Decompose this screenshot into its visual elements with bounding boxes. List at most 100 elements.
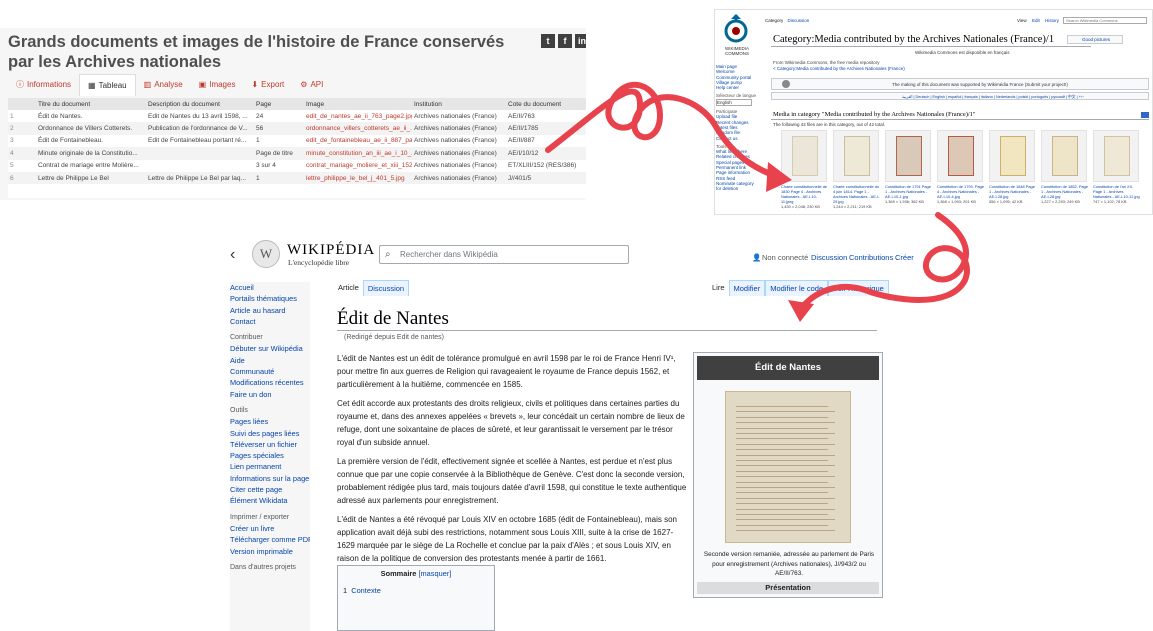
thumbnail-image[interactable]	[1093, 130, 1139, 182]
commons-breadcrumb[interactable]: < Category:Media contributed by the Arch…	[773, 66, 905, 71]
sidebar-item[interactable]: Pages liées	[230, 416, 310, 427]
gallery-item[interactable]: Constitution de 1848 Page 1 - Archives N…	[987, 130, 1037, 212]
wikipedia-wordmark[interactable]: WIKIPÉDIA	[287, 242, 375, 259]
tab-view[interactable]: View	[1017, 18, 1027, 23]
thumbnail-image[interactable]	[833, 130, 879, 182]
thumbnail-image[interactable]	[885, 130, 931, 182]
column-header[interactable]: Image	[304, 98, 412, 110]
table-cell[interactable]: minute_constitution_an_iii_ae_i_10_...	[304, 147, 412, 160]
sidebar-item[interactable]: Informations sur la page	[230, 473, 310, 484]
column-header[interactable]: Institution	[412, 98, 506, 110]
sidebar-item[interactable]: Téléverser un fichier	[230, 439, 310, 450]
wikipedia-search-input[interactable]: ⌕ Rechercher dans Wikipédia	[379, 245, 629, 264]
tab-analyse[interactable]: ▥ Analyse	[136, 74, 191, 96]
table-row[interactable]: 1 Édit de Nantes. Edit de Nantes du 13 avr…	[8, 110, 586, 122]
sidebar-item[interactable]: Faire un don	[230, 389, 310, 400]
tab-category[interactable]: Category	[765, 18, 783, 23]
tab-read[interactable]: Lire	[708, 280, 729, 296]
table-row[interactable]: 5 Contrat de mariage entre Molière... 3 su…	[8, 160, 586, 172]
sidebar-item[interactable]: Portails thématiques	[230, 293, 310, 304]
table-cell[interactable]: lettre_philippe_le_bel_j_401_5.jpg	[304, 171, 412, 185]
tab-images[interactable]: ▣ Images	[191, 74, 244, 96]
wikimedia-commons-logo[interactable]	[721, 14, 751, 44]
sidebar-item[interactable]: Accueil	[230, 282, 310, 293]
sidebar-item[interactable]: Aide	[230, 355, 310, 366]
tab-export[interactable]: ⬇ Export	[243, 74, 292, 96]
gallery-item[interactable]: Constitution de 1793. Page 4 - Archives …	[935, 130, 985, 212]
edict-document-image[interactable]	[725, 391, 851, 543]
thumbnail-image[interactable]	[1041, 130, 1087, 182]
table-row[interactable]: 6 Lettre de Philippe Le Bel Lettre de Phil…	[8, 171, 586, 185]
thumbnail-caption[interactable]: Constitution de 1791 Page 1 - Archives N…	[885, 184, 933, 204]
thumbnail-caption[interactable]: Charte constitutionnelle du 4 juin 1814.…	[833, 184, 881, 209]
twitter-icon[interactable]: t	[541, 34, 555, 48]
tab-tableau[interactable]: ▦ Tableau	[79, 74, 136, 96]
sidebar-item[interactable]: Créer un livre	[230, 523, 310, 534]
commons-search-input[interactable]: Search Wikimedia Commons	[1063, 17, 1147, 24]
gallery-item[interactable]: Constitution de 1852. Page 1 - Archives …	[1039, 130, 1089, 212]
sidebar-item[interactable]: Citer cette page	[230, 484, 310, 495]
good-pictures-badge[interactable]: Good pictures	[1067, 35, 1123, 44]
sidebar-item[interactable]: Version imprimable	[230, 546, 310, 557]
column-header[interactable]	[8, 98, 36, 110]
thumbnail-caption[interactable]: Constitution de 1793. Page 4 - Archives …	[937, 184, 985, 204]
thumbnail-caption[interactable]: Constitution de 1848 Page 1 - Archives N…	[989, 184, 1037, 204]
sidebar-item[interactable]: Lien permanent	[230, 461, 310, 472]
thumbnail-caption[interactable]: Constitution de l'an XII. Page 1 - Archi…	[1093, 184, 1141, 204]
tab-informations[interactable]: ⓘ Informations	[8, 74, 79, 96]
gallery-item[interactable]: Charte constitutionnelle du 4 juin 1814.…	[831, 130, 881, 212]
sidebar-item[interactable]: Pages spéciales	[230, 450, 310, 461]
toc-item[interactable]: 1 Contexte	[343, 586, 494, 595]
thumbnail-image[interactable]	[937, 130, 983, 182]
slideshow-icon[interactable]	[1141, 112, 1149, 118]
table-cell[interactable]: edit_de_nantes_ae_ii_763_page2.jpg	[304, 110, 412, 122]
chevron-left-icon[interactable]: ‹	[230, 246, 235, 264]
sidebar-link[interactable]: Contact us	[716, 136, 760, 141]
language-select[interactable]: English	[716, 98, 752, 107]
column-header[interactable]: Cote du document	[506, 98, 586, 110]
thumbnail-caption[interactable]: Charte constitutionnelle de 1830 Page 4 …	[781, 184, 829, 209]
thumbnail-image[interactable]	[781, 130, 827, 182]
tab-edit[interactable]: Edit	[1032, 18, 1040, 23]
table-cell[interactable]: ordonnance_villers_cotterets_ae_ii_...	[304, 122, 412, 135]
sidebar-item[interactable]: Modifications récentes	[230, 377, 310, 388]
sidebar-link[interactable]: Nominate category for deletion	[716, 181, 760, 192]
tab-edit-source[interactable]: Modifier le code	[765, 280, 829, 296]
sidebar-item[interactable]: Élément Wikidata	[230, 495, 310, 506]
tab-edit[interactable]: Modifier	[728, 280, 766, 296]
tab-article[interactable]: Article	[334, 280, 363, 296]
column-header[interactable]: Page	[254, 98, 304, 110]
tab-discussion[interactable]: Discussion	[362, 280, 410, 296]
sidebar-item[interactable]: Télécharger comme PDF	[230, 534, 310, 545]
column-header[interactable]: Titre du document	[36, 98, 146, 110]
tab-history[interactable]: Voir l'historique	[828, 280, 889, 296]
gallery-item[interactable]: Constitution de 1791 Page 1 - Archives N…	[883, 130, 933, 212]
language-links[interactable]: العربية | Deutsch | English | español | …	[902, 94, 1084, 100]
table-cell[interactable]: contrat_mariage_moliere_et_xiii_152...	[304, 160, 412, 172]
table-row[interactable]: 4 Minute originale de la Constitutio... Pa…	[8, 147, 586, 160]
tab-api[interactable]: ⚙ API	[292, 74, 331, 96]
contributions-link[interactable]: Contributions	[849, 253, 893, 262]
tab-history[interactable]: History	[1045, 18, 1059, 23]
user-discussion-link[interactable]: Discussion	[811, 253, 847, 262]
column-header[interactable]: Description du document	[146, 98, 254, 110]
table-row[interactable]: 2 Ordonnance de Villers Cotterets. Publica…	[8, 122, 586, 135]
sidebar-item[interactable]: Article au hasard	[230, 305, 310, 316]
thumbnail-caption[interactable]: Constitution de 1852. Page 1 - Archives …	[1041, 184, 1089, 204]
facebook-icon[interactable]: f	[558, 34, 572, 48]
create-account-link[interactable]: Créer	[895, 253, 914, 262]
gallery-item[interactable]: Charte constitutionnelle de 1830 Page 4 …	[779, 130, 829, 212]
sidebar-item[interactable]: Contact	[230, 316, 310, 327]
toc-toggle[interactable]: [masquer]	[418, 569, 451, 578]
tab-discussion[interactable]: Discussion	[788, 18, 810, 23]
table-cell[interactable]: edit_de_fontainebleau_ae_ii_887_pa...	[304, 135, 412, 147]
table-row[interactable]: 3 Édit de Fontainebleau. Edit de Fontaineb…	[8, 135, 586, 147]
linkedin-icon[interactable]: in	[575, 34, 586, 48]
sidebar-link[interactable]: Help center	[716, 85, 760, 90]
gallery-item[interactable]: Constitution de l'an XII. Page 1 - Archi…	[1091, 130, 1141, 212]
wikipedia-globe-logo[interactable]: W	[252, 240, 280, 268]
sidebar-item[interactable]: Suivi des pages liées	[230, 428, 310, 439]
thumbnail-image[interactable]	[989, 130, 1035, 182]
sidebar-item[interactable]: Débuter sur Wikipédia	[230, 343, 310, 354]
sidebar-item[interactable]: Communauté	[230, 366, 310, 377]
